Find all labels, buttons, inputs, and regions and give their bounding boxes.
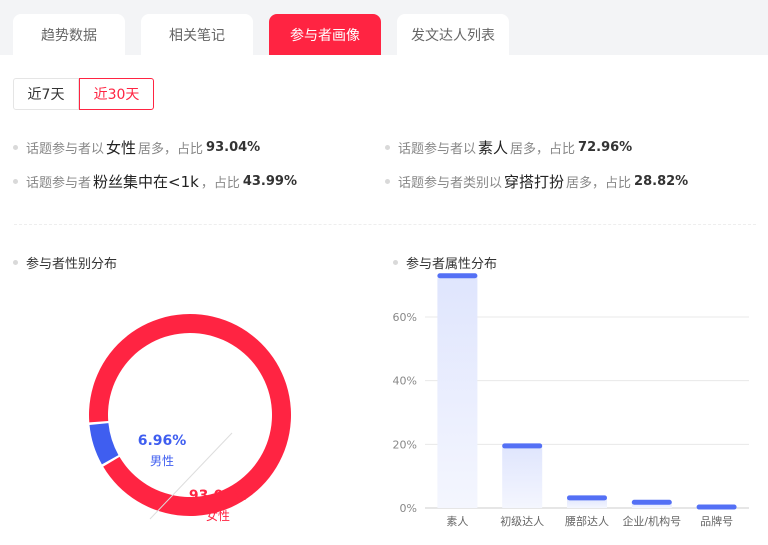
bar-cap[interactable] bbox=[631, 499, 672, 505]
gender-section-title: 参与者性别分布 bbox=[13, 253, 117, 272]
donut-label-pct: 93.04% bbox=[189, 488, 247, 504]
donut-label-pct: 6.96% bbox=[138, 433, 187, 449]
content-panel: 近7天 近30天 话题参与者以 女性 居多，占比 93.04% 话题参与者 粉丝… bbox=[0, 55, 768, 545]
y-tick-label: 60% bbox=[393, 311, 417, 324]
insight-category: 话题参与者类别以 穿搭打扮 居多，占比 28.82% bbox=[385, 171, 688, 192]
bar-cap[interactable] bbox=[696, 504, 737, 510]
insight-gender: 话题参与者以 女性 居多，占比 93.04% bbox=[13, 137, 260, 158]
attribute-bar-chart: 0% 20% 40% 60% 素人 初级达人 腰部达人 企业/机构号 品牌号 bbox=[393, 273, 749, 528]
bar-cap[interactable] bbox=[437, 273, 478, 279]
x-tick-label: 素人 bbox=[446, 515, 468, 528]
tab-creator-list[interactable]: 发文达人列表 bbox=[397, 14, 509, 55]
bar-fill[interactable] bbox=[502, 445, 543, 508]
insight-fans: 话题参与者 粉丝集中在<1k ，占比 43.99% bbox=[13, 171, 297, 192]
y-tick-label: 20% bbox=[393, 438, 417, 451]
bar-fill[interactable] bbox=[437, 275, 478, 508]
range-7-days-button[interactable]: 近7天 bbox=[13, 78, 79, 110]
section-divider bbox=[14, 224, 756, 225]
donut-label-name: 女性 bbox=[206, 508, 230, 523]
donut-slice-male[interactable] bbox=[89, 423, 119, 465]
tab-notes[interactable]: 相关笔记 bbox=[141, 14, 253, 55]
x-tick-label: 品牌号 bbox=[700, 514, 733, 528]
bar-cap[interactable] bbox=[567, 495, 607, 501]
donut-label-name: 男性 bbox=[150, 454, 174, 468]
y-tick-label: 40% bbox=[393, 375, 417, 388]
bullet-icon bbox=[385, 145, 390, 150]
insight-attribute: 话题参与者以 素人 居多，占比 72.96% bbox=[385, 137, 632, 158]
x-tick-label: 企业/机构号 bbox=[622, 514, 681, 528]
x-tick-label: 腰部达人 bbox=[565, 514, 609, 528]
bullet-icon bbox=[385, 179, 390, 184]
y-tick-label: 0% bbox=[400, 502, 417, 515]
tab-participant-profile[interactable]: 参与者画像 bbox=[269, 14, 381, 55]
tab-bar: 趋势数据 相关笔记 参与者画像 发文达人列表 bbox=[0, 0, 768, 55]
tab-trend[interactable]: 趋势数据 bbox=[13, 14, 125, 55]
range-30-days-button[interactable]: 近30天 bbox=[79, 78, 154, 110]
bullet-icon bbox=[13, 179, 18, 184]
date-range-toggle: 近7天 近30天 bbox=[13, 78, 154, 110]
bar-cap[interactable] bbox=[502, 443, 543, 449]
gender-donut-chart: 6.96% 男性 93.04% 女性 bbox=[89, 314, 291, 523]
bullet-icon bbox=[13, 260, 18, 265]
donut-slice-female[interactable] bbox=[89, 314, 291, 516]
x-tick-label: 初级达人 bbox=[500, 514, 544, 528]
bullet-icon bbox=[13, 145, 18, 150]
